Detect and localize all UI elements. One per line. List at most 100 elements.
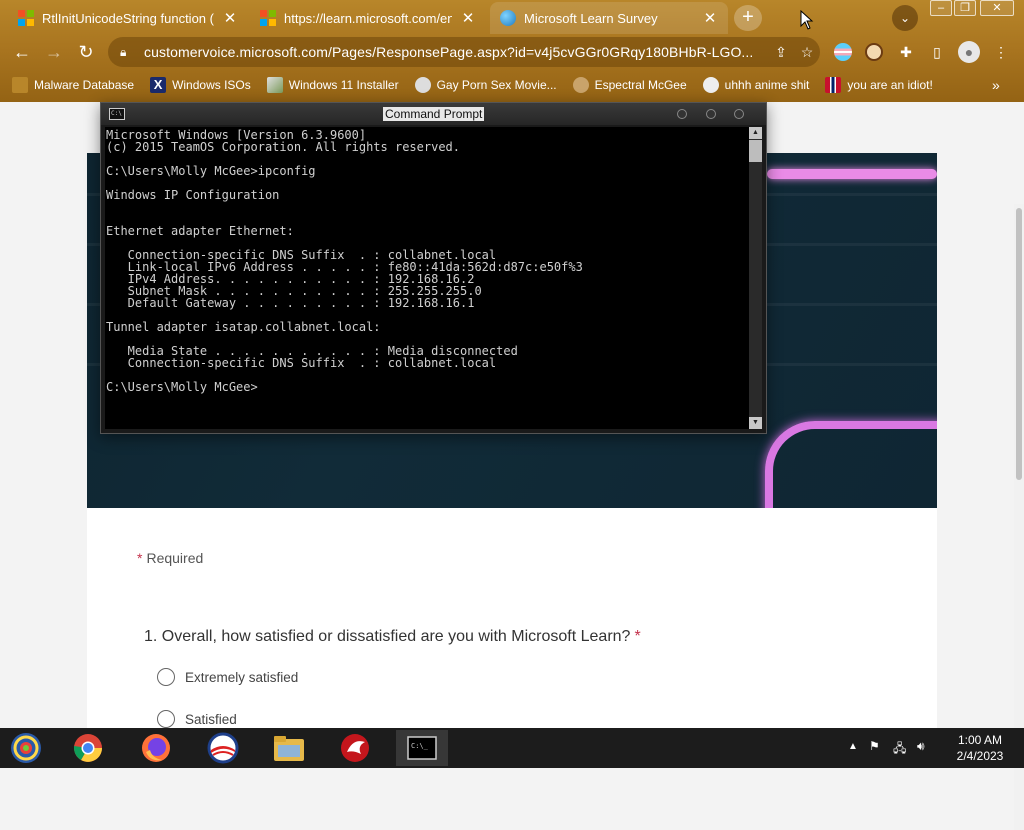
url-text: customervoice.microsoft.com/Pages/Respon…: [144, 44, 754, 60]
required-label: Required: [146, 550, 204, 566]
image-icon: [266, 77, 283, 93]
extensions-puzzle-icon[interactable]: ✚: [897, 43, 915, 61]
tab-title: RtlInitUnicodeString function (wdm.h): [42, 10, 214, 26]
tab-search-button[interactable]: ⌄: [892, 5, 918, 31]
chrome-icon: [74, 734, 102, 762]
bookmark-windows-isos[interactable]: X Windows ISOs: [150, 77, 251, 93]
bookmarks-overflow-button[interactable]: »: [992, 77, 1000, 93]
cmd-icon: C:\: [109, 108, 125, 120]
tab-learn-microsoft[interactable]: https://learn.microsoft.com/en-us/window…: [250, 2, 486, 34]
question-1: 1. Overall, how satisfied or dissatisfie…: [144, 628, 641, 646]
minimize-button[interactable]: –: [930, 0, 952, 16]
taskbar: C:\_ ▲ ⚑ 🖧︎ 🔊︎ 1:00 AM 2/4/2023: [0, 728, 1024, 768]
required-asterisk: *: [137, 550, 143, 566]
bookmark-label: Espectral McGee: [594, 78, 687, 92]
bookmark-espectral-mcgee[interactable]: Espectral McGee: [572, 77, 687, 93]
anime-icon: [702, 77, 719, 93]
profile-icon[interactable]: ●: [958, 41, 980, 63]
microsoft-icon: [260, 10, 276, 26]
file-explorer-taskbar-button[interactable]: [263, 730, 315, 766]
folder-icon: [274, 736, 304, 761]
close-icon[interactable]: ✕: [460, 9, 476, 27]
bookmark-star-icon[interactable]: ☆: [794, 44, 820, 61]
forward-button[interactable]: →: [42, 40, 66, 64]
required-note: * Required: [137, 550, 203, 566]
browser-toolbar: ← → ↻ 🔒︎ customervoice.microsoft.com/Pag…: [0, 34, 1024, 70]
tab-rtlinitunicodestring[interactable]: RtlInitUnicodeString function (wdm.h) ✕: [8, 2, 248, 34]
command-prompt-taskbar-button[interactable]: C:\_: [396, 730, 448, 766]
required-asterisk: *: [634, 628, 641, 645]
x-icon: X: [150, 77, 167, 93]
option-extremely-satisfied[interactable]: Extremely satisfied: [157, 668, 298, 686]
firefox-icon: [142, 734, 170, 762]
glasses-icon: [414, 77, 431, 93]
cmd-output: Microsoft Windows [Version 6.3.9600] (c)…: [106, 128, 583, 394]
side-panel-icon[interactable]: ▯: [928, 43, 946, 61]
extension-avatar-icon[interactable]: [865, 43, 883, 61]
tab-title: https://learn.microsoft.com/en-us/window…: [284, 10, 452, 26]
bookmark-label: Gay Porn Sex Movie...: [436, 78, 557, 92]
network-icon[interactable]: 🖧︎: [893, 739, 906, 760]
close-icon[interactable]: ✕: [222, 9, 238, 27]
cmd-maximize-button[interactable]: [706, 109, 716, 119]
tray-chevron-icon[interactable]: ▲: [848, 741, 858, 752]
close-icon[interactable]: ✕: [702, 9, 718, 27]
banner-decoration: [765, 421, 937, 508]
radio-button[interactable]: [157, 668, 175, 686]
question-text: 1. Overall, how satisfied or dissatisfie…: [144, 628, 631, 645]
volume-icon[interactable]: 🔊︎: [917, 739, 925, 754]
cmd-minimize-button[interactable]: [677, 109, 687, 119]
bookmark-label: Malware Database: [34, 78, 135, 92]
bookmark-label: you are an idiot!: [847, 78, 933, 92]
start-button[interactable]: [0, 730, 52, 766]
cmd-title: Command Prompt: [383, 107, 485, 121]
globe-icon: [500, 10, 516, 26]
share-icon[interactable]: ⇪: [768, 44, 794, 61]
survey-form: * Required 1. Overall, how satisfied or d…: [87, 508, 937, 728]
chrome-taskbar-button[interactable]: [62, 730, 114, 766]
window-close-button[interactable]: ✕: [980, 0, 1014, 16]
microsoft-icon: [18, 10, 34, 26]
bookmark-uhhh-anime-shit[interactable]: uhhh anime shit: [702, 77, 810, 93]
red-creature-icon: [341, 734, 369, 762]
cmd-scroll-thumb[interactable]: [749, 140, 762, 162]
system-clock[interactable]: 1:00 AM 2/4/2023: [950, 732, 1010, 764]
tab-title: Microsoft Learn Survey: [524, 10, 658, 26]
bookmark-label: Windows ISOs: [172, 78, 251, 92]
scroll-up-arrow-icon[interactable]: ▲: [749, 127, 762, 139]
bookmark-label: uhhh anime shit: [724, 78, 810, 92]
cmd-title-bar[interactable]: C:\ Command Prompt: [101, 103, 766, 125]
cmd-close-button[interactable]: [734, 109, 744, 119]
bookmark-gay-porn-sex-movie[interactable]: Gay Porn Sex Movie...: [414, 77, 557, 93]
action-center-flag-icon[interactable]: ⚑: [869, 739, 880, 753]
radio-button[interactable]: [157, 710, 175, 728]
tab-survey[interactable]: Microsoft Learn Survey ✕: [490, 2, 728, 34]
new-tab-button[interactable]: +: [734, 5, 762, 31]
bookmark-you-are-an-idiot[interactable]: you are an idiot!: [825, 77, 933, 93]
command-prompt-window[interactable]: C:\ Command Prompt Microsoft Windows [Ve…: [100, 102, 767, 434]
firefox-taskbar-button[interactable]: [130, 730, 182, 766]
back-button[interactable]: ←: [10, 40, 34, 64]
extension-flag-icon[interactable]: [834, 43, 852, 61]
scrollbar-thumb[interactable]: [1016, 208, 1022, 480]
clock-time: 1:00 AM: [957, 733, 1003, 747]
bookmarks-bar: Malware Database X Windows ISOs Windows …: [0, 72, 1024, 98]
clock-date: 2/4/2023: [956, 749, 1004, 763]
cmd-console[interactable]: Microsoft Windows [Version 6.3.9600] (c)…: [105, 127, 749, 429]
bookmark-windows-11-installer[interactable]: Windows 11 Installer: [266, 77, 399, 93]
cmd-scrollbar[interactable]: ▲ ▼: [749, 127, 762, 429]
scroll-down-arrow-icon[interactable]: ▼: [749, 417, 762, 429]
tab-strip: RtlInitUnicodeString function (wdm.h) ✕ …: [0, 0, 1024, 34]
start-orb-icon: [11, 733, 41, 763]
flag-icon: [825, 77, 842, 93]
obama-logo-taskbar-button[interactable]: [197, 730, 249, 766]
reload-button[interactable]: ↻: [74, 40, 98, 64]
red-creature-taskbar-button[interactable]: [329, 730, 381, 766]
character-icon: [572, 77, 589, 93]
option-satisfied[interactable]: Satisfied: [157, 710, 237, 728]
bookmark-malware-database[interactable]: Malware Database: [12, 77, 134, 93]
maximize-button[interactable]: ❐: [954, 0, 976, 16]
menu-kebab-icon[interactable]: ⋮: [992, 43, 1010, 61]
mouse-cursor-icon: [800, 10, 814, 30]
address-bar[interactable]: 🔒︎ customervoice.microsoft.com/Pages/Res…: [108, 37, 820, 67]
